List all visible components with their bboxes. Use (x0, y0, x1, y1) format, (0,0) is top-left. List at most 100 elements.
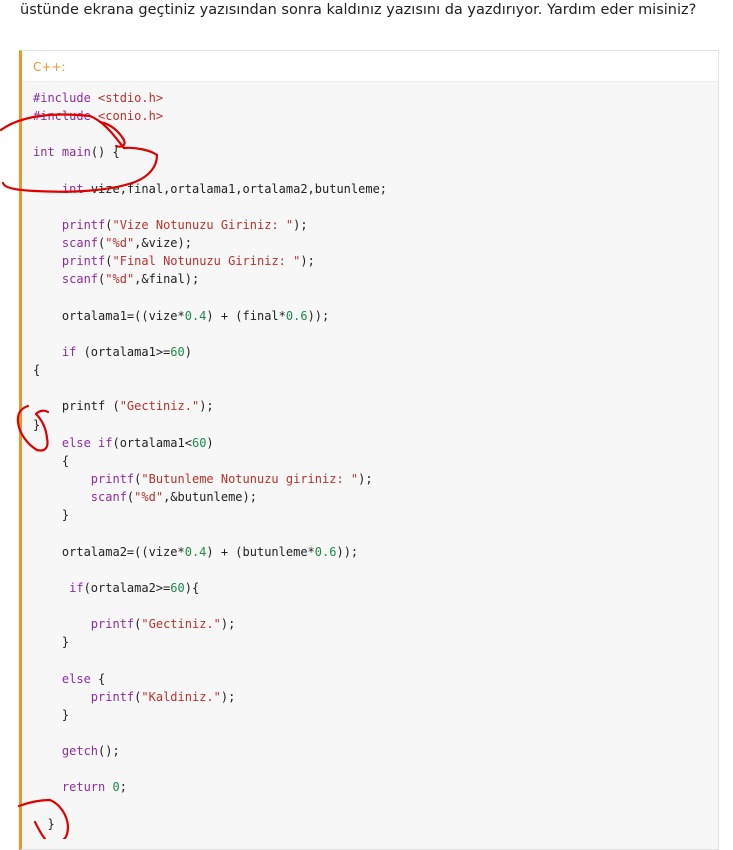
code-token: ,&vize); (134, 236, 192, 251)
code-token: (ortalama2>= (83, 580, 171, 595)
code-token: vize,final,ortalama1,ortalama2,butunleme… (83, 181, 388, 196)
code-token: if (69, 580, 84, 595)
code-token: ) (184, 344, 192, 359)
code-token: "Gectiniz." (119, 399, 200, 414)
code-token: printf ( (33, 399, 120, 414)
code-token: 0.4 (184, 308, 207, 323)
code-token: 0.4 (184, 544, 207, 559)
code-token: ); (220, 689, 236, 704)
code-token: ); (300, 254, 315, 269)
code-token: 60 (170, 580, 185, 595)
code-token: } (33, 508, 70, 523)
code-line: printf("Kaldiniz."); (33, 688, 718, 706)
code-token: scanf (61, 236, 99, 251)
code-token: ortalama1=((vize* (33, 308, 185, 323)
code-token: #include (33, 91, 99, 105)
code-line: printf("Vize Notunuzu Giriniz: "); (33, 216, 718, 234)
code-line: scanf("%d",&final); (33, 270, 718, 288)
code-token: "%d" (105, 236, 135, 251)
code-token: else if (61, 435, 113, 450)
code-token: "%d" (105, 272, 135, 287)
code-line: #include <stdio.h> (33, 89, 718, 107)
code-token: ){ (184, 580, 200, 595)
code-token: { (90, 671, 106, 686)
code-token: ) (206, 435, 214, 450)
code-token: 60 (191, 435, 207, 450)
code-token: "Kaldiniz." (141, 689, 221, 704)
code-line: } (33, 506, 718, 524)
code-line: printf("Final Notunuzu Giriniz: "); (33, 252, 718, 270)
code-token: <conio.h> (98, 109, 164, 124)
code-token: main (61, 145, 91, 160)
code-token: ( (105, 254, 113, 269)
code-token: ) + (butunleme* (206, 544, 315, 559)
code-line: printf ("Gectiniz."); (33, 397, 718, 415)
code-token: printf (90, 617, 135, 632)
code-token: printf (90, 471, 135, 486)
code-line: scanf("%d",&vize); (33, 234, 718, 252)
code-token: 60 (170, 344, 185, 359)
code-token: int (33, 145, 55, 160)
code-token: return (61, 780, 106, 795)
code-line: ortalama2=((vize*0.4) + (butunleme*0.6))… (33, 543, 718, 561)
code-token: } (33, 816, 55, 831)
code-token: )); (307, 308, 330, 323)
code-token: scanf (61, 272, 99, 287)
code-token: ); (199, 399, 214, 414)
code-line: int main() { (33, 143, 718, 161)
code-line: return 0; (33, 778, 718, 796)
code-line: } (33, 706, 718, 724)
code-line: printf("Gectiniz."); (33, 615, 718, 633)
code-token: ,&final); (134, 272, 200, 287)
code-token: () { (90, 145, 120, 160)
code-line: ortalama1=((vize*0.4) + (final*0.6)); (33, 307, 718, 325)
code-line: scanf("%d",&butunleme); (33, 488, 718, 506)
code-token: ortalama2=((vize* (33, 544, 185, 559)
code-token: } (33, 417, 41, 432)
code-token: ( (105, 217, 113, 232)
code-token: "Butunleme Notunuzu giriniz: " (141, 471, 359, 486)
code-token: ); (358, 471, 373, 486)
code-token: { (33, 453, 70, 468)
code-token: } (33, 707, 70, 722)
code-line: } (33, 633, 718, 651)
code-line: { (33, 361, 718, 379)
code-token: if (61, 344, 77, 359)
code-token: printf (61, 217, 106, 232)
code-content[interactable]: #include <stdio.h> #include <conio.h> int… (22, 82, 718, 833)
code-line: } (33, 815, 718, 833)
code-token: ; (119, 780, 127, 795)
post-text: üstünde ekrana geçtiniz yazısından sonra… (20, 2, 697, 18)
code-line: if (ortalama1>=60) (33, 343, 718, 361)
code-line: #include <conio.h> (33, 107, 718, 125)
code-line: { (33, 452, 718, 470)
code-token: else (61, 671, 91, 686)
code-line: printf("Butunleme Notunuzu giriniz: "); (33, 470, 718, 488)
code-token: "Vize Notunuzu Giriniz: " (112, 217, 294, 232)
code-token: 0.6 (285, 308, 308, 323)
code-token: printf (61, 254, 106, 269)
